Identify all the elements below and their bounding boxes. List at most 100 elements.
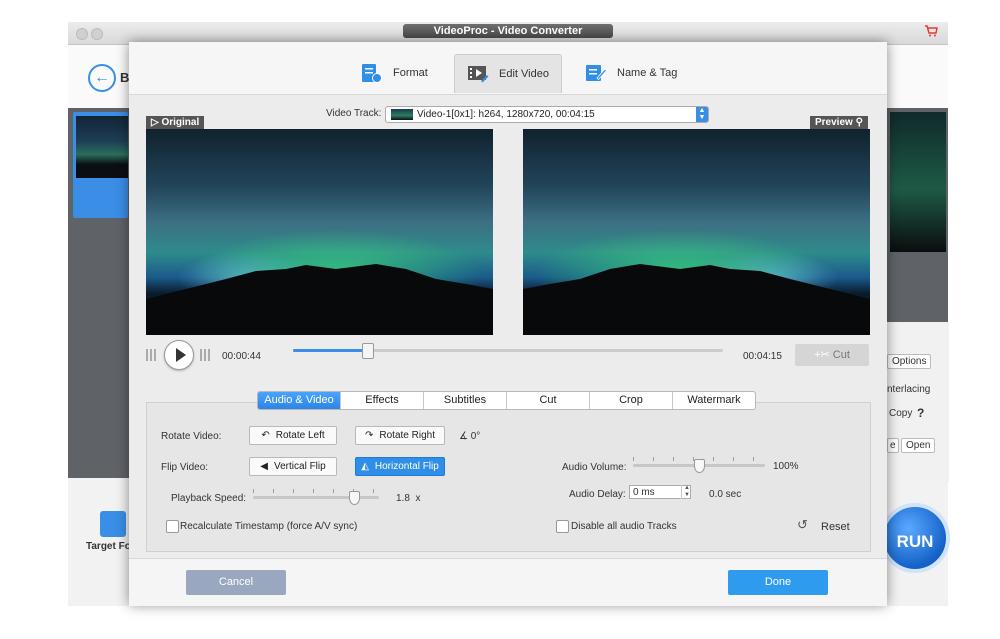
subtab-effects[interactable]: Effects [341, 392, 424, 409]
speed-ticks [253, 489, 379, 493]
window-title: VideoProc - Video Converter [403, 24, 613, 38]
flip-video-label: Flip Video: [161, 462, 209, 473]
copy-label: Copy [889, 408, 913, 419]
rotate-right-icon: ↷ [365, 430, 374, 441]
options-button[interactable]: Options [887, 354, 932, 369]
horizontal-flip-label: Horizontal Flip [374, 461, 439, 472]
preview-tag[interactable]: Preview ⚲ [810, 116, 868, 129]
grip-left-icon [146, 349, 156, 361]
file-item[interactable] [73, 112, 128, 218]
subtab-subtitles[interactable]: Subtitles [424, 392, 507, 409]
video-track-thumbnail [391, 109, 413, 120]
recalculate-timestamp-label: Recalculate Timestamp (force A/V sync) [180, 521, 358, 532]
tab-name-tag[interactable]: Name & Tag [585, 54, 677, 92]
select-arrows-icon: ▲ ▼ [696, 107, 708, 122]
cancel-button[interactable]: Cancel [186, 570, 286, 595]
playback-speed-label: Playback Speed: [171, 493, 247, 504]
edit-video-dialog: Format Edit Video Name & Tag Video Track… [129, 42, 887, 606]
preview-video-landscape [523, 264, 870, 335]
speed-handle[interactable] [348, 491, 360, 505]
speed-number: 1.8 [396, 493, 410, 504]
audio-delay-stepper[interactable]: ▲ ▼ [681, 485, 692, 499]
disable-audio-checkbox[interactable] [556, 520, 569, 533]
speed-unit: x [415, 493, 421, 504]
rotate-video-label: Rotate Video: [161, 431, 222, 442]
grip-right-icon [200, 349, 210, 361]
original-video [146, 129, 493, 335]
horizontal-flip-icon: ◭ [361, 461, 369, 472]
rotate-right-label: Rotate Right [379, 430, 435, 441]
preview-label: Preview [815, 117, 853, 128]
target-format-label: Target For [86, 541, 135, 552]
horizontal-flip-button[interactable]: ◭ Horizontal Flip [355, 457, 445, 476]
target-format-icon[interactable] [100, 511, 126, 537]
original-video-landscape [146, 264, 493, 335]
timeline-slider[interactable] [293, 343, 723, 359]
e-button[interactable]: e [887, 438, 899, 453]
window-close-button[interactable] [76, 28, 88, 40]
audio-volume-label: Audio Volume: [562, 462, 627, 473]
rotate-left-icon: ↶ [261, 430, 270, 441]
open-button[interactable]: Open [901, 438, 936, 453]
dialog-tab-bar: Format Edit Video Name & Tag [129, 42, 887, 95]
timeline-progress [293, 349, 368, 352]
done-button[interactable]: Done [728, 570, 828, 595]
volume-handle[interactable] [694, 459, 705, 473]
cut-button[interactable]: +✂ Cut [795, 344, 869, 366]
video-track-select[interactable]: Video-1[0x1]: h264, 1280x720, 00:04:15 ▲… [385, 106, 709, 123]
tab-edit-video-label: Edit Video [499, 68, 549, 80]
tab-format-label: Format [393, 67, 428, 79]
playback-speed-slider[interactable] [253, 489, 379, 505]
video-track-label: Video Track: [326, 108, 382, 119]
magnifier-icon: ⚲ [852, 117, 863, 128]
vertical-flip-icon: ◀ [260, 461, 268, 472]
cart-icon[interactable] [924, 25, 938, 40]
rotation-angle-value: 0° [470, 431, 481, 442]
subtab-audio-video[interactable]: Audio & Video [258, 392, 341, 409]
tag-edit-icon [586, 65, 607, 81]
preview-video [523, 129, 870, 335]
timeline-handle[interactable] [362, 343, 375, 359]
rotate-left-button[interactable]: ↶ Rotate Left [249, 426, 337, 445]
angle-icon: ∡ [459, 431, 471, 442]
total-time: 00:04:15 [743, 351, 782, 362]
subtab-cut[interactable]: Cut [507, 392, 590, 409]
file-list-panel [68, 108, 130, 478]
rotation-angle: ∡ 0° [459, 431, 480, 442]
tab-edit-video[interactable]: Edit Video [454, 54, 562, 93]
play-button[interactable] [164, 340, 194, 370]
audio-delay-label: Audio Delay: [569, 489, 626, 500]
rotate-left-label: Rotate Left [275, 430, 325, 441]
interlacing-label: nterlacing [887, 384, 931, 395]
window-minimize-button[interactable] [91, 28, 103, 40]
subtab-watermark[interactable]: Watermark [673, 392, 755, 409]
preview-thumbnail [890, 112, 946, 252]
run-button[interactable]: RUN [880, 503, 950, 573]
right-options-panel: Options nterlacing Copy ? e Open [886, 322, 949, 482]
scissors-icon: +✂ [814, 349, 833, 361]
back-arrow-icon[interactable]: ← [88, 64, 116, 92]
reset-icon[interactable]: ↺ [797, 517, 808, 533]
speed-track [253, 496, 379, 499]
format-icon [362, 64, 382, 83]
speed-value: 1.8 x [396, 493, 420, 504]
audio-delay-value: 0.0 sec [709, 489, 742, 500]
audio-volume-value: 100% [773, 461, 799, 472]
subtab-crop[interactable]: Crop [590, 392, 673, 409]
cut-label: Cut [832, 349, 850, 361]
original-label: Original [161, 117, 200, 128]
tab-name-tag-label: Name & Tag [617, 67, 678, 79]
back-label: B [120, 70, 130, 85]
reset-button[interactable]: Reset [821, 521, 850, 533]
edit-subtabs: Audio & Video Effects Subtitles Cut Crop… [257, 391, 756, 410]
audio-volume-slider[interactable] [633, 457, 765, 473]
help-icon[interactable]: ? [917, 406, 924, 420]
rotate-right-button[interactable]: ↷ Rotate Right [355, 426, 445, 445]
settings-panel: Rotate Video: ↶ Rotate Left ↷ Rotate Right… [146, 402, 871, 552]
recalculate-timestamp-checkbox[interactable] [166, 520, 179, 533]
tab-format[interactable]: Format [361, 54, 428, 92]
vertical-flip-button[interactable]: ◀ Vertical Flip [249, 457, 337, 476]
original-tag: ▷ Original [146, 116, 205, 129]
vertical-flip-label: Vertical Flip [274, 461, 326, 472]
disable-audio-label: Disable all audio Tracks [571, 521, 677, 532]
